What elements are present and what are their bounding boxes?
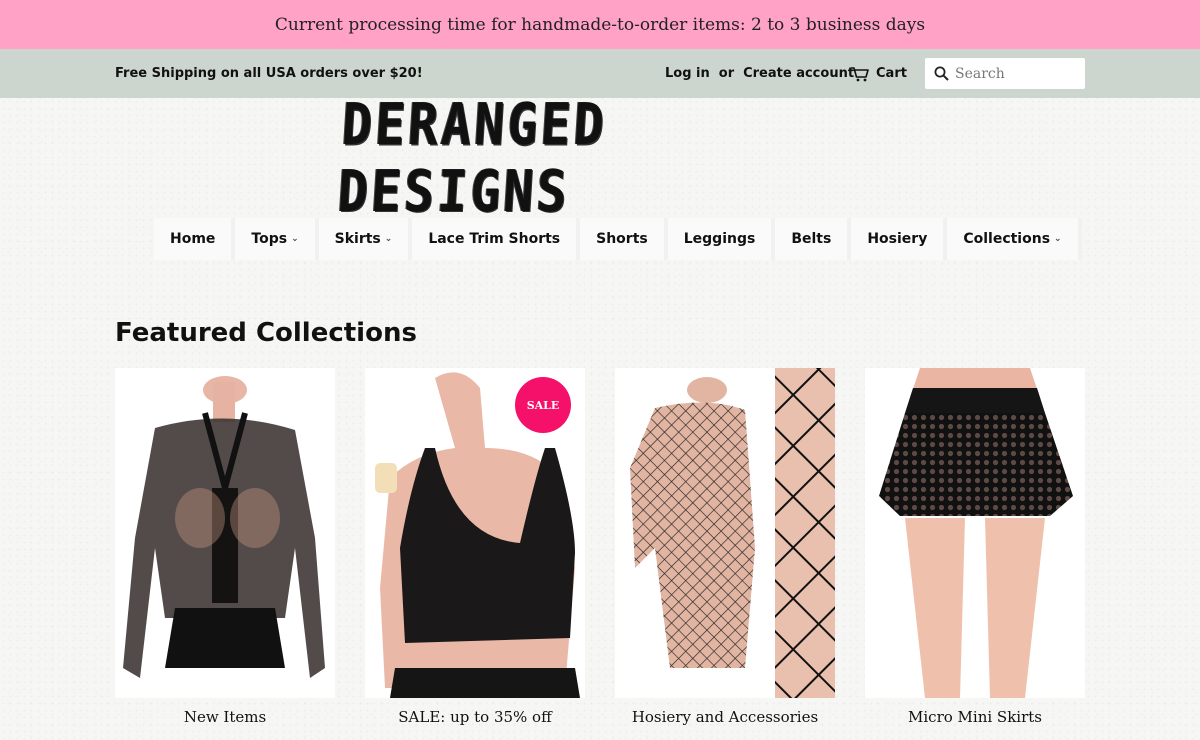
nav-skirts-label: Skirts <box>334 231 381 247</box>
search-icon[interactable] <box>934 66 949 81</box>
nav-tops[interactable]: Tops ⌄ <box>235 218 319 260</box>
or-text: or <box>718 66 735 81</box>
collection-image[interactable]: SALE <box>365 368 585 698</box>
search-box[interactable] <box>925 58 1085 89</box>
search-input[interactable] <box>955 65 1075 82</box>
nav-leggings[interactable]: Leggings <box>667 218 776 260</box>
announcement-bar: Current processing time for handmade-to-… <box>0 0 1200 49</box>
nav-home[interactable]: Home <box>154 218 236 260</box>
nav-leggings-label: Leggings <box>683 231 756 247</box>
collection-card-hosiery[interactable]: Hosiery and Accessories <box>615 368 835 740</box>
collection-image[interactable] <box>615 368 835 698</box>
nav-home-label: Home <box>170 231 216 247</box>
collection-image[interactable] <box>115 368 335 698</box>
nav-belts[interactable]: Belts <box>775 218 852 260</box>
nav-shorts-label: Shorts <box>596 231 648 247</box>
main-nav: Home Tops ⌄ Skirts ⌄ Lace Trim Shorts Shor… <box>154 218 1082 260</box>
chevron-down-icon: ⌄ <box>1054 234 1062 244</box>
nav-tops-label: Tops <box>251 231 288 247</box>
collection-title[interactable]: Micro Mini Skirts <box>865 708 1085 726</box>
logo-text: DERANGED DESIGNS <box>335 90 609 225</box>
collection-image[interactable] <box>865 368 1085 698</box>
announcement-text: Current processing time for handmade-to-… <box>274 14 926 35</box>
nav-lace-trim-shorts[interactable]: Lace Trim Shorts <box>412 218 581 260</box>
create-account-link[interactable]: Create account <box>743 66 854 81</box>
collection-card-new-items[interactable]: New Items <box>115 368 335 740</box>
sale-badge: SALE <box>515 377 571 433</box>
collection-title[interactable]: New Items <box>115 708 335 726</box>
cart-label: Cart <box>876 66 907 81</box>
nav-hosiery-label: Hosiery <box>867 231 928 247</box>
collection-card-micro-mini[interactable]: Micro Mini Skirts <box>865 368 1085 740</box>
store-logo[interactable]: DERANGED DESIGNS <box>336 91 860 224</box>
collection-card-sale[interactable]: SALE SALE: up to 35% off <box>365 368 585 740</box>
chevron-down-icon: ⌄ <box>291 234 299 244</box>
login-link[interactable]: Log in <box>665 66 710 81</box>
nav-collections[interactable]: Collections ⌄ <box>947 218 1082 260</box>
nav-shorts[interactable]: Shorts <box>580 218 668 260</box>
featured-collections-heading: Featured Collections <box>115 318 417 348</box>
chevron-down-icon: ⌄ <box>384 234 393 244</box>
cart-icon <box>851 66 869 81</box>
collection-title[interactable]: Hosiery and Accessories <box>615 708 835 726</box>
nav-hosiery[interactable]: Hosiery <box>851 218 948 260</box>
nav-collections-label: Collections <box>963 231 1051 247</box>
nav-skirts[interactable]: Skirts ⌄ <box>318 218 413 260</box>
nav-belts-label: Belts <box>791 231 832 247</box>
collection-title[interactable]: SALE: up to 35% off <box>365 708 585 726</box>
nav-lace-trim-shorts-label: Lace Trim Shorts <box>428 231 561 247</box>
